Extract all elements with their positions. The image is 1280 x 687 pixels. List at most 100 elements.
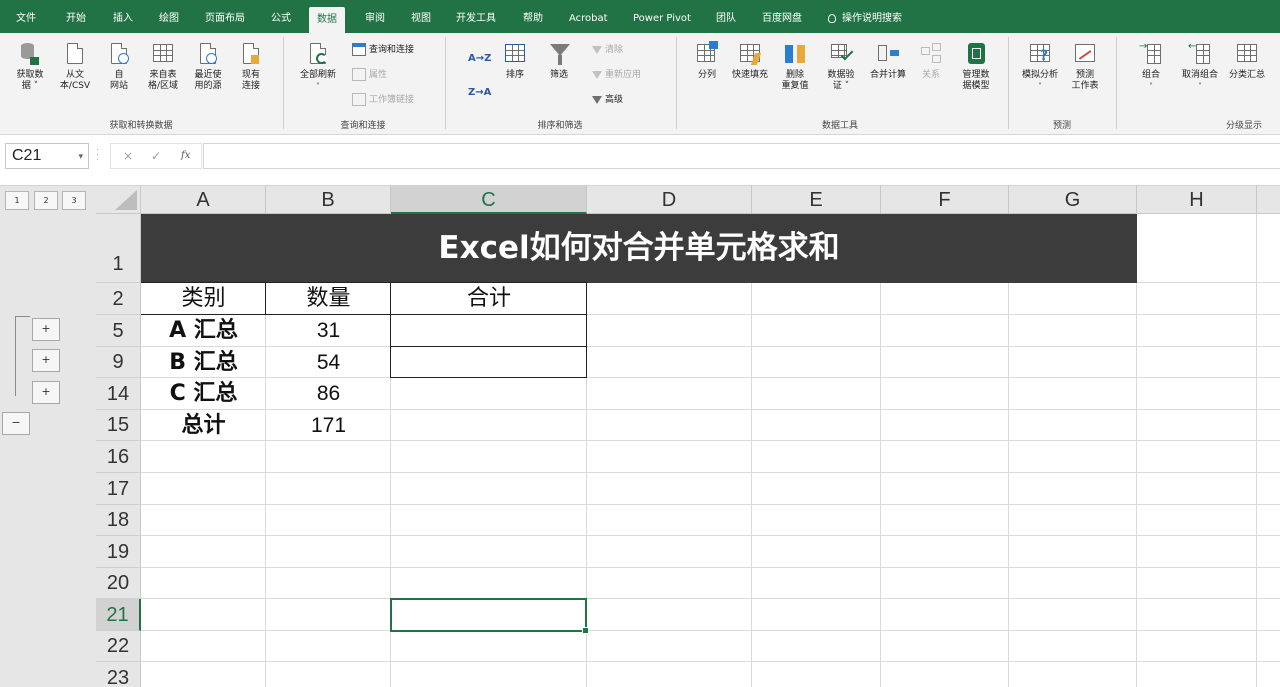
tab-data[interactable]: 数据 bbox=[309, 7, 345, 33]
subtotal-button[interactable]: 分类汇总 bbox=[1226, 41, 1268, 81]
get-data-button[interactable]: 获取数 据 ˅ bbox=[12, 41, 48, 92]
column-header-c[interactable]: C bbox=[391, 185, 587, 214]
filter-button[interactable]: 筛选 bbox=[544, 41, 574, 81]
tab-file[interactable]: 文件 bbox=[16, 0, 36, 33]
column-header-d[interactable]: D bbox=[587, 185, 752, 214]
manage-data-model-button[interactable]: 管理数 据模型 bbox=[956, 41, 996, 92]
row-header-5[interactable]: 5 bbox=[96, 315, 141, 347]
recent-sources-button[interactable]: 最近使 用的源 bbox=[190, 41, 226, 92]
category-cell[interactable]: C 汇总 bbox=[141, 378, 266, 410]
tab-view[interactable]: 视图 bbox=[411, 0, 431, 33]
row-header-9[interactable]: 9 bbox=[96, 347, 141, 378]
select-all-button[interactable] bbox=[96, 185, 141, 214]
tab-review[interactable]: 审阅 bbox=[365, 0, 385, 33]
category-cell[interactable]: A 汇总 bbox=[141, 315, 266, 347]
reapply-button[interactable]: 重新应用 bbox=[592, 67, 641, 83]
insert-function-icon[interactable]: fx bbox=[181, 144, 190, 168]
tab-baidu-netdisk[interactable]: 百度网盘 bbox=[762, 0, 802, 33]
header-cell-quantity[interactable]: 数量 bbox=[266, 283, 391, 315]
queries-connections-button[interactable]: 查询和连接 bbox=[352, 42, 414, 58]
row-header-19[interactable]: 19 bbox=[96, 536, 141, 568]
row-header-2[interactable]: 2 bbox=[96, 283, 141, 315]
data-validation-button[interactable]: 数据验 证 ˅ bbox=[822, 41, 860, 92]
from-text-csv-button[interactable]: 从文 本/CSV bbox=[56, 41, 94, 92]
column-header-f[interactable]: F bbox=[881, 185, 1009, 214]
consolidate-button[interactable]: 合并计算 bbox=[866, 41, 910, 81]
edit-links-button[interactable]: 工作簿链接 bbox=[352, 92, 414, 108]
sheet-title-cell[interactable]: Excel如何对合并单元格求和 bbox=[141, 214, 1137, 283]
category-cell-grand-total[interactable]: 总计 bbox=[141, 410, 266, 441]
column-header-a[interactable]: A bbox=[141, 185, 266, 214]
edit-links-label: 工作簿链接 bbox=[369, 95, 415, 105]
tab-help[interactable]: 帮助 bbox=[523, 0, 543, 33]
row-header-23[interactable]: 23 bbox=[96, 662, 141, 687]
cancel-icon[interactable]: × bbox=[123, 144, 133, 168]
tell-me-search[interactable]: 操作说明搜索 bbox=[828, 0, 902, 33]
row-header-20[interactable]: 20 bbox=[96, 568, 141, 599]
tab-home[interactable]: 开始 bbox=[66, 0, 86, 33]
name-box[interactable]: C21 ▾ bbox=[5, 143, 89, 169]
quantity-cell-grand-total[interactable]: 171 bbox=[266, 410, 391, 441]
group-button[interactable]: → 组合 ˅ bbox=[1134, 41, 1168, 92]
row-header-1[interactable]: 1 bbox=[96, 214, 141, 283]
splitter-handle-icon[interactable]: · · · bbox=[96, 146, 99, 166]
quantity-cell[interactable]: 54 bbox=[266, 347, 391, 378]
column-header-e[interactable]: E bbox=[752, 185, 881, 214]
quantity-cell[interactable]: 31 bbox=[266, 315, 391, 347]
column-header-g[interactable]: G bbox=[1009, 185, 1137, 214]
formula-input[interactable] bbox=[203, 143, 1280, 169]
text-to-columns-button[interactable]: 分列 bbox=[694, 41, 720, 81]
quantity-cell[interactable]: 86 bbox=[266, 378, 391, 410]
sort-ascending-button[interactable]: A→Z bbox=[468, 51, 491, 67]
expand-group-b-button[interactable]: + bbox=[32, 349, 60, 372]
column-header-b[interactable]: B bbox=[266, 185, 391, 214]
relationships-button[interactable]: 关系 bbox=[916, 41, 946, 81]
sort-descending-button[interactable]: Z→A bbox=[468, 85, 491, 101]
advanced-filter-button[interactable]: 高级 bbox=[592, 92, 623, 108]
column-header-i[interactable] bbox=[1257, 185, 1280, 214]
category-cell[interactable]: B 汇总 bbox=[141, 347, 266, 378]
active-cell-selection[interactable] bbox=[390, 598, 589, 634]
gridline bbox=[751, 214, 752, 687]
remove-duplicates-button[interactable]: 删除 重复值 bbox=[778, 41, 812, 92]
header-cell-total[interactable]: 合计 bbox=[391, 283, 587, 315]
sort-button[interactable]: 排序 bbox=[500, 41, 530, 81]
row-header-18[interactable]: 18 bbox=[96, 505, 141, 536]
expand-group-c-button[interactable]: + bbox=[32, 381, 60, 404]
clear-filter-button[interactable]: 清除 bbox=[592, 42, 623, 58]
tab-power-pivot[interactable]: Power Pivot bbox=[633, 0, 691, 33]
tab-developer[interactable]: 开发工具 bbox=[456, 0, 496, 33]
outline-level-1-button[interactable]: 1 bbox=[5, 191, 29, 210]
chevron-down-icon[interactable]: ▾ bbox=[78, 144, 83, 168]
existing-connections-button[interactable]: 现有 连接 bbox=[236, 41, 266, 92]
ungroup-button[interactable]: ← 取消组合 ˅ bbox=[1178, 41, 1222, 92]
what-if-analysis-button[interactable]: ? 模拟分析 ˅ bbox=[1018, 41, 1062, 92]
outline-level-2-button[interactable]: 2 bbox=[34, 191, 58, 210]
confirm-icon[interactable]: ✓ bbox=[151, 144, 161, 168]
row-header-17[interactable]: 17 bbox=[96, 473, 141, 505]
tab-insert[interactable]: 插入 bbox=[113, 0, 133, 33]
tab-draw[interactable]: 绘图 bbox=[159, 0, 179, 33]
expand-group-a-button[interactable]: + bbox=[32, 318, 60, 341]
refresh-all-button[interactable]: 全部刷新 ˅ bbox=[296, 41, 340, 92]
row-header-14[interactable]: 14 bbox=[96, 378, 141, 410]
from-web-button[interactable]: 自 网站 bbox=[104, 41, 134, 92]
data-validation-icon bbox=[829, 41, 854, 67]
collapse-total-button[interactable]: − bbox=[2, 412, 30, 435]
header-cell-category[interactable]: 类别 bbox=[141, 283, 266, 315]
forecast-sheet-button[interactable]: 预测 工作表 bbox=[1068, 41, 1102, 92]
row-header-21[interactable]: 21 bbox=[96, 599, 141, 631]
row-header-15[interactable]: 15 bbox=[96, 410, 141, 441]
tab-team[interactable]: 团队 bbox=[716, 0, 736, 33]
column-header-h[interactable]: H bbox=[1137, 185, 1257, 214]
group-rows-icon: → bbox=[1139, 41, 1163, 67]
from-table-range-button[interactable]: 来自表 格/区域 bbox=[144, 41, 182, 92]
row-header-22[interactable]: 22 bbox=[96, 631, 141, 662]
flash-fill-button[interactable]: 快速填充 bbox=[728, 41, 772, 81]
row-header-16[interactable]: 16 bbox=[96, 441, 141, 473]
properties-button[interactable]: 属性 bbox=[352, 67, 387, 83]
outline-level-3-button[interactable]: 3 bbox=[62, 191, 86, 210]
tab-formulas[interactable]: 公式 bbox=[271, 0, 291, 33]
tab-acrobat[interactable]: Acrobat bbox=[569, 0, 608, 33]
tab-page-layout[interactable]: 页面布局 bbox=[205, 0, 245, 33]
